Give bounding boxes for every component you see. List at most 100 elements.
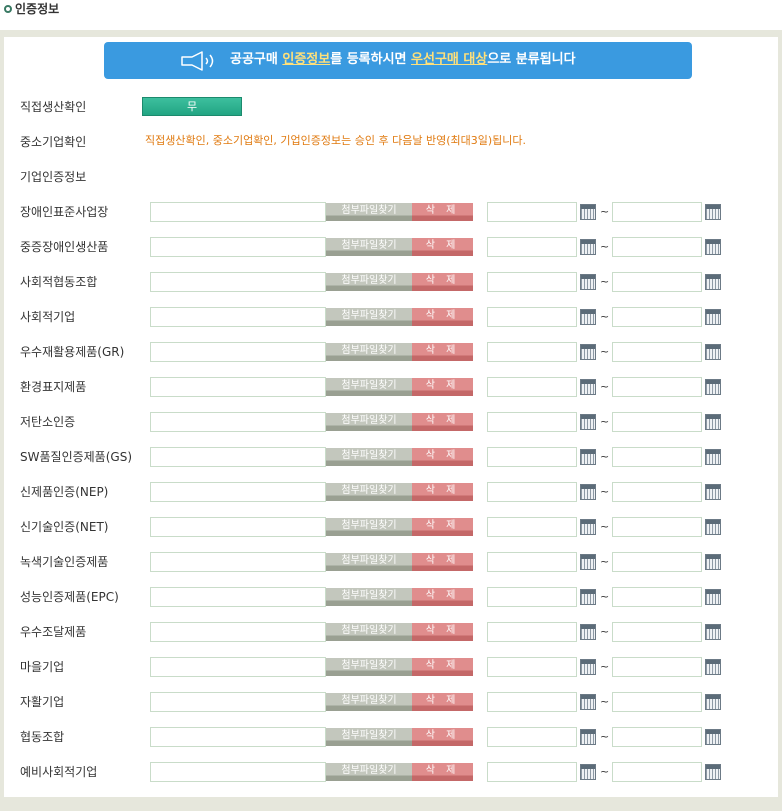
cert-file-input[interactable] <box>150 657 326 677</box>
end-date-input[interactable] <box>612 692 702 712</box>
delete-button[interactable]: 삭 제 <box>412 518 473 536</box>
delete-button[interactable]: 삭 제 <box>412 763 473 781</box>
delete-button[interactable]: 삭 제 <box>412 553 473 571</box>
attach-file-button[interactable]: 첨부파일찾기 <box>326 658 412 676</box>
cert-file-input[interactable] <box>150 727 326 747</box>
calendar-icon[interactable] <box>705 379 721 395</box>
calendar-icon[interactable] <box>580 379 596 395</box>
cert-file-input[interactable] <box>150 762 326 782</box>
attach-file-button[interactable]: 첨부파일찾기 <box>326 343 412 361</box>
delete-button[interactable]: 삭 제 <box>412 623 473 641</box>
calendar-icon[interactable] <box>705 729 721 745</box>
start-date-input[interactable] <box>487 272 577 292</box>
delete-button[interactable]: 삭 제 <box>412 378 473 396</box>
calendar-icon[interactable] <box>580 519 596 535</box>
delete-button[interactable]: 삭 제 <box>412 693 473 711</box>
delete-button[interactable]: 삭 제 <box>412 343 473 361</box>
start-date-input[interactable] <box>487 202 577 222</box>
calendar-icon[interactable] <box>580 309 596 325</box>
calendar-icon[interactable] <box>705 764 721 780</box>
end-date-input[interactable] <box>612 342 702 362</box>
calendar-icon[interactable] <box>580 449 596 465</box>
cert-file-input[interactable] <box>150 622 326 642</box>
calendar-icon[interactable] <box>705 204 721 220</box>
delete-button[interactable]: 삭 제 <box>412 588 473 606</box>
calendar-icon[interactable] <box>580 484 596 500</box>
calendar-icon[interactable] <box>705 659 721 675</box>
start-date-input[interactable] <box>487 622 577 642</box>
start-date-input[interactable] <box>487 307 577 327</box>
attach-file-button[interactable]: 첨부파일찾기 <box>326 238 412 256</box>
start-date-input[interactable] <box>487 657 577 677</box>
calendar-icon[interactable] <box>580 729 596 745</box>
calendar-icon[interactable] <box>705 694 721 710</box>
end-date-input[interactable] <box>612 727 702 747</box>
calendar-icon[interactable] <box>705 309 721 325</box>
calendar-icon[interactable] <box>705 624 721 640</box>
cert-file-input[interactable] <box>150 237 326 257</box>
end-date-input[interactable] <box>612 202 702 222</box>
calendar-icon[interactable] <box>580 624 596 640</box>
end-date-input[interactable] <box>612 447 702 467</box>
attach-file-button[interactable]: 첨부파일찾기 <box>326 763 412 781</box>
cert-file-input[interactable] <box>150 587 326 607</box>
start-date-input[interactable] <box>487 587 577 607</box>
delete-button[interactable]: 삭 제 <box>412 203 473 221</box>
cert-file-input[interactable] <box>150 692 326 712</box>
end-date-input[interactable] <box>612 272 702 292</box>
calendar-icon[interactable] <box>705 589 721 605</box>
calendar-icon[interactable] <box>580 239 596 255</box>
start-date-input[interactable] <box>487 342 577 362</box>
calendar-icon[interactable] <box>580 414 596 430</box>
end-date-input[interactable] <box>612 587 702 607</box>
attach-file-button[interactable]: 첨부파일찾기 <box>326 588 412 606</box>
end-date-input[interactable] <box>612 517 702 537</box>
attach-file-button[interactable]: 첨부파일찾기 <box>326 553 412 571</box>
calendar-icon[interactable] <box>705 554 721 570</box>
end-date-input[interactable] <box>612 307 702 327</box>
start-date-input[interactable] <box>487 482 577 502</box>
attach-file-button[interactable]: 첨부파일찾기 <box>326 273 412 291</box>
calendar-icon[interactable] <box>705 414 721 430</box>
end-date-input[interactable] <box>612 482 702 502</box>
cert-file-input[interactable] <box>150 202 326 222</box>
delete-button[interactable]: 삭 제 <box>412 448 473 466</box>
attach-file-button[interactable]: 첨부파일찾기 <box>326 413 412 431</box>
calendar-icon[interactable] <box>580 764 596 780</box>
cert-file-input[interactable] <box>150 517 326 537</box>
cert-file-input[interactable] <box>150 482 326 502</box>
delete-button[interactable]: 삭 제 <box>412 273 473 291</box>
attach-file-button[interactable]: 첨부파일찾기 <box>326 203 412 221</box>
start-date-input[interactable] <box>487 762 577 782</box>
calendar-icon[interactable] <box>580 274 596 290</box>
calendar-icon[interactable] <box>580 589 596 605</box>
cert-file-input[interactable] <box>150 412 326 432</box>
delete-button[interactable]: 삭 제 <box>412 658 473 676</box>
calendar-icon[interactable] <box>705 519 721 535</box>
start-date-input[interactable] <box>487 692 577 712</box>
delete-button[interactable]: 삭 제 <box>412 483 473 501</box>
cert-file-input[interactable] <box>150 272 326 292</box>
attach-file-button[interactable]: 첨부파일찾기 <box>326 518 412 536</box>
calendar-icon[interactable] <box>580 204 596 220</box>
start-date-input[interactable] <box>487 377 577 397</box>
attach-file-button[interactable]: 첨부파일찾기 <box>326 378 412 396</box>
attach-file-button[interactable]: 첨부파일찾기 <box>326 728 412 746</box>
attach-file-button[interactable]: 첨부파일찾기 <box>326 308 412 326</box>
attach-file-button[interactable]: 첨부파일찾기 <box>326 448 412 466</box>
calendar-icon[interactable] <box>580 659 596 675</box>
start-date-input[interactable] <box>487 517 577 537</box>
cert-file-input[interactable] <box>150 447 326 467</box>
calendar-icon[interactable] <box>580 694 596 710</box>
start-date-input[interactable] <box>487 447 577 467</box>
calendar-icon[interactable] <box>580 344 596 360</box>
end-date-input[interactable] <box>612 657 702 677</box>
start-date-input[interactable] <box>487 412 577 432</box>
delete-button[interactable]: 삭 제 <box>412 238 473 256</box>
cert-file-input[interactable] <box>150 342 326 362</box>
start-date-input[interactable] <box>487 727 577 747</box>
calendar-icon[interactable] <box>705 344 721 360</box>
attach-file-button[interactable]: 첨부파일찾기 <box>326 483 412 501</box>
attach-file-button[interactable]: 첨부파일찾기 <box>326 623 412 641</box>
end-date-input[interactable] <box>612 412 702 432</box>
